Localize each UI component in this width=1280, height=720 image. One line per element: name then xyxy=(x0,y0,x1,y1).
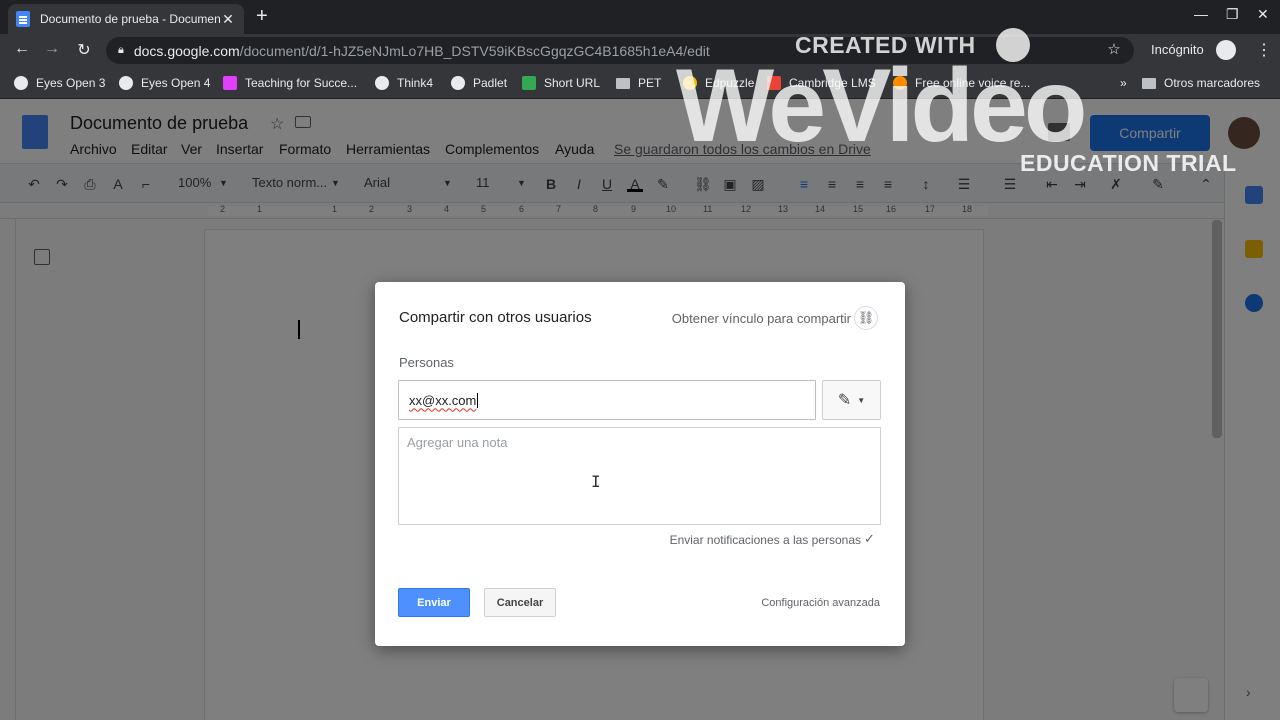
url-path: /document/d/1-hJZ5eNJmLo7HB_DSTV59iKBscG… xyxy=(239,42,710,59)
tab-strip: Documento de prueba - Documen ✕ + — ❐ ✕ xyxy=(0,0,1280,34)
short-url-icon xyxy=(522,76,536,90)
link-icon[interactable]: ⛓ xyxy=(854,306,878,330)
bookmark-item[interactable]: Short URL xyxy=(522,76,600,90)
people-label: Personas xyxy=(399,355,454,370)
bookmark-item[interactable]: Padlet xyxy=(451,76,507,90)
teaching-icon xyxy=(223,76,237,90)
incognito-label: Incógnito xyxy=(1151,42,1204,57)
browser-menu-icon[interactable]: ⋮ xyxy=(1256,40,1272,60)
bookmark-item[interactable]: Teaching for Succe... xyxy=(223,76,357,90)
restore-icon[interactable]: ❐ xyxy=(1226,6,1239,23)
chevron-down-icon: ▼ xyxy=(857,395,866,405)
bookmarks-bar: Eyes Open 3 Eyes Open 4 Teaching for Suc… xyxy=(0,67,1280,99)
bookmark-item[interactable]: Eyes Open 4 xyxy=(119,76,210,90)
get-link-button[interactable]: Obtener vínculo para compartir xyxy=(672,311,851,326)
docs-favicon-icon xyxy=(16,11,30,27)
note-textarea[interactable]: Agregar una nota xyxy=(398,427,881,525)
reload-icon[interactable]: ↻ xyxy=(74,40,94,60)
screen: Documento de prueba - Documen ✕ + — ❐ ✕ … xyxy=(0,0,1280,720)
bookmark-item[interactable]: PET xyxy=(616,76,661,90)
folder-icon xyxy=(1142,77,1156,89)
bookmark-star-icon[interactable]: ☆ xyxy=(1104,40,1124,58)
permission-dropdown[interactable]: ✎ ▼ xyxy=(822,380,881,420)
ibeam-cursor-icon: I xyxy=(591,472,601,491)
input-caret xyxy=(477,392,479,408)
tab-title: Documento de prueba - Documen xyxy=(40,12,220,26)
advanced-settings-link[interactable]: Configuración avanzada xyxy=(761,597,880,609)
share-dialog: Compartir con otros usuarios Obtener vín… xyxy=(375,282,905,646)
pencil-icon: ✎ xyxy=(837,392,852,409)
globe-icon xyxy=(14,76,28,90)
bookmark-item[interactable]: Think4 xyxy=(375,76,433,90)
close-window-icon[interactable]: ✕ xyxy=(1257,6,1269,23)
minimize-icon[interactable]: — xyxy=(1194,6,1208,22)
folder-icon xyxy=(616,77,630,89)
bookmarks-overflow-icon[interactable]: » xyxy=(1120,76,1127,90)
navigation-bar: ← → ↻ 🔒︎ docs.google.com /document/d/1-h… xyxy=(0,34,1280,67)
dialog-title: Compartir con otros usuarios xyxy=(399,309,592,326)
other-bookmarks[interactable]: Otros marcadores xyxy=(1142,76,1260,90)
forward-icon[interactable]: → xyxy=(42,40,62,58)
email-value: xx@xx.com xyxy=(409,392,477,408)
people-input[interactable]: xx@xx.com xyxy=(398,380,816,420)
send-button[interactable]: Enviar xyxy=(398,588,470,617)
incognito-icon[interactable] xyxy=(1216,40,1236,60)
new-tab-button[interactable]: + xyxy=(256,5,268,28)
watermark-trial: EDUCATION TRIAL xyxy=(1020,150,1237,176)
globe-icon xyxy=(451,76,465,90)
notify-checkbox[interactable]: ✓ xyxy=(864,532,878,546)
browser-tab[interactable]: Documento de prueba - Documen ✕ xyxy=(8,4,244,34)
tab-close-icon[interactable]: ✕ xyxy=(220,11,236,28)
lock-icon: 🔒︎ xyxy=(118,44,124,56)
url-host: docs.google.com xyxy=(133,42,240,59)
back-icon[interactable]: ← xyxy=(12,40,32,58)
watermark-logo: WeVideo xyxy=(676,48,1087,164)
globe-icon xyxy=(375,76,389,90)
bookmark-item[interactable]: Eyes Open 3 xyxy=(14,76,105,90)
cancel-button[interactable]: Cancelar xyxy=(484,588,556,617)
globe-icon xyxy=(119,76,133,90)
notify-label: Enviar notificaciones a las personas xyxy=(669,533,861,547)
